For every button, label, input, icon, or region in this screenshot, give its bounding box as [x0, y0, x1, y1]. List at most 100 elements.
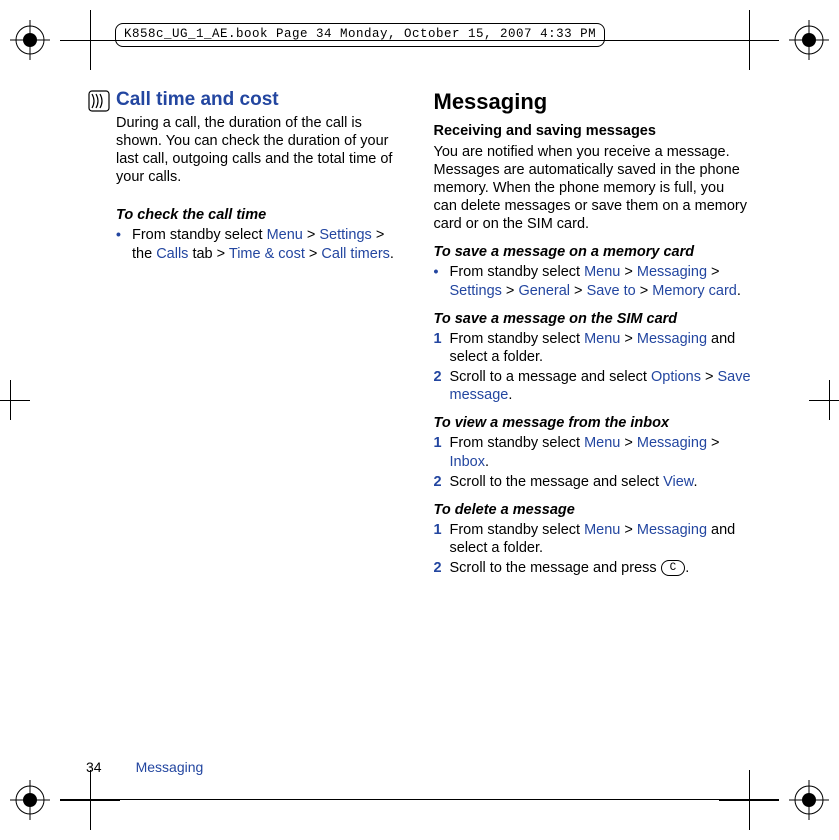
text-fragment: .	[693, 474, 697, 490]
text-fragment: >	[620, 264, 637, 280]
page-section-name: Messaging	[136, 759, 204, 775]
save-sim-step-2: 2 Scroll to a message and select Options…	[434, 368, 752, 404]
header-runner-label: K858c_UG_1_AE.book Page 34 Monday, Octob…	[115, 23, 605, 47]
view-inbox-step-2-text: Scroll to the message and select View.	[450, 473, 752, 491]
step-number: 1	[434, 434, 442, 452]
menu-link: Menu	[584, 331, 620, 347]
inbox-link: Inbox	[450, 454, 485, 470]
settings-link: Settings	[450, 283, 502, 299]
menu-link: Menu	[267, 227, 303, 243]
page-footer: 34 Messaging	[86, 759, 203, 777]
registration-target-top-right	[789, 20, 829, 60]
text-fragment: .	[685, 560, 689, 576]
text-fragment: .	[390, 246, 394, 262]
general-link: General	[518, 283, 570, 299]
bullet-icon: •	[116, 226, 124, 244]
options-link: Options	[651, 369, 701, 385]
delete-msg-step-2: 2 Scroll to the message and press C.	[434, 559, 752, 577]
step-number: 2	[434, 368, 442, 386]
left-column: Call time and cost During a call, the du…	[88, 88, 406, 752]
c-key-icon: C	[661, 560, 686, 576]
time-cost-link: Time & cost	[229, 246, 305, 262]
page-header-runner: K858c_UG_1_AE.book Page 34 Monday, Octob…	[115, 23, 724, 47]
messaging-link: Messaging	[637, 435, 707, 451]
text-fragment: >	[570, 283, 587, 299]
right-column: Messaging Receiving and saving messages …	[434, 88, 752, 752]
delete-msg-step-2-text: Scroll to the message and press C.	[450, 559, 752, 577]
text-fragment: >	[305, 246, 322, 262]
messaging-link: Messaging	[637, 264, 707, 280]
step-number: 2	[434, 473, 442, 491]
calls-tab-link: Calls	[156, 246, 188, 262]
view-inbox-step-1: 1 From standby select Menu > Messaging >…	[434, 434, 752, 470]
step-number: 2	[434, 559, 442, 577]
view-link: View	[663, 474, 693, 490]
crop-mark-top-left	[60, 10, 120, 70]
text-fragment: >	[620, 522, 637, 538]
recv-body: You are notified when you receive a mess…	[434, 143, 752, 234]
call-cost-title: Call time and cost	[116, 88, 406, 112]
check-call-time-text: From standby select Menu > Settings > th…	[132, 226, 406, 262]
crop-mark-bottom-right	[719, 770, 779, 830]
text-fragment: tab >	[188, 246, 228, 262]
bullet-icon: •	[434, 263, 442, 281]
text-fragment: From standby select	[450, 522, 585, 538]
delete-msg-step-1-text: From standby select Menu > Messaging and…	[450, 521, 752, 557]
crop-line-bottom	[60, 799, 779, 800]
text-fragment: >	[303, 227, 320, 243]
step-number: 1	[434, 521, 442, 539]
save-sim-step-1-text: From standby select Menu > Messaging and…	[450, 330, 752, 366]
memory-card-link: Memory card	[652, 283, 737, 299]
save-to-link: Save to	[587, 283, 636, 299]
call-timers-link: Call timers	[321, 246, 389, 262]
call-cost-intro: During a call, the duration of the call …	[116, 114, 406, 187]
check-call-time-heading: To check the call time	[116, 206, 406, 224]
text-fragment: From standby select	[450, 264, 585, 280]
text-fragment: From standby select	[450, 331, 585, 347]
settings-link: Settings	[319, 227, 371, 243]
text-fragment: From standby select	[132, 227, 267, 243]
crop-mark-bottom-left	[60, 770, 120, 830]
crop-mark-mid-left	[0, 380, 30, 420]
menu-link: Menu	[584, 264, 620, 280]
save-memory-step: • From standby select Menu > Messaging >…	[434, 263, 752, 299]
save-sim-heading: To save a message on the SIM card	[434, 310, 752, 328]
delete-msg-heading: To delete a message	[434, 501, 752, 519]
text-fragment: >	[701, 369, 718, 385]
text-fragment: >	[502, 283, 519, 299]
text-fragment: Scroll to the message and press	[450, 560, 661, 576]
registration-target-bottom-right	[789, 780, 829, 820]
page-content: Call time and cost During a call, the du…	[88, 88, 751, 752]
text-fragment: >	[620, 435, 637, 451]
text-fragment: >	[620, 331, 637, 347]
text-fragment: From standby select	[450, 435, 585, 451]
crop-mark-mid-right	[809, 380, 839, 420]
text-fragment: Scroll to a message and select	[450, 369, 652, 385]
menu-link: Menu	[584, 435, 620, 451]
text-fragment: .	[737, 283, 741, 299]
text-fragment: .	[485, 454, 489, 470]
save-sim-step-2-text: Scroll to a message and select Options >…	[450, 368, 752, 404]
text-fragment: >	[707, 435, 720, 451]
recv-heading: Receiving and saving messages	[434, 122, 752, 140]
text-fragment: .	[508, 387, 512, 403]
save-sim-step-1: 1 From standby select Menu > Messaging a…	[434, 330, 752, 366]
page-number: 34	[86, 759, 102, 775]
check-call-time-step: • From standby select Menu > Settings > …	[116, 226, 406, 262]
messaging-title: Messaging	[434, 88, 752, 116]
view-inbox-heading: To view a message from the inbox	[434, 414, 752, 432]
save-memory-text: From standby select Menu > Messaging > S…	[450, 263, 752, 299]
messaging-link: Messaging	[637, 522, 707, 538]
delete-msg-step-1: 1 From standby select Menu > Messaging a…	[434, 521, 752, 557]
radio-icon	[88, 90, 110, 196]
view-inbox-step-1-text: From standby select Menu > Messaging > I…	[450, 434, 752, 470]
text-fragment: >	[707, 264, 720, 280]
menu-link: Menu	[584, 522, 620, 538]
text-fragment: Scroll to the message and select	[450, 474, 664, 490]
save-memory-heading: To save a message on a memory card	[434, 243, 752, 261]
registration-target-top-left	[10, 20, 50, 60]
crop-mark-top-right	[719, 10, 779, 70]
text-fragment: >	[636, 283, 653, 299]
call-cost-section: Call time and cost During a call, the du…	[88, 88, 406, 196]
registration-target-bottom-left	[10, 780, 50, 820]
